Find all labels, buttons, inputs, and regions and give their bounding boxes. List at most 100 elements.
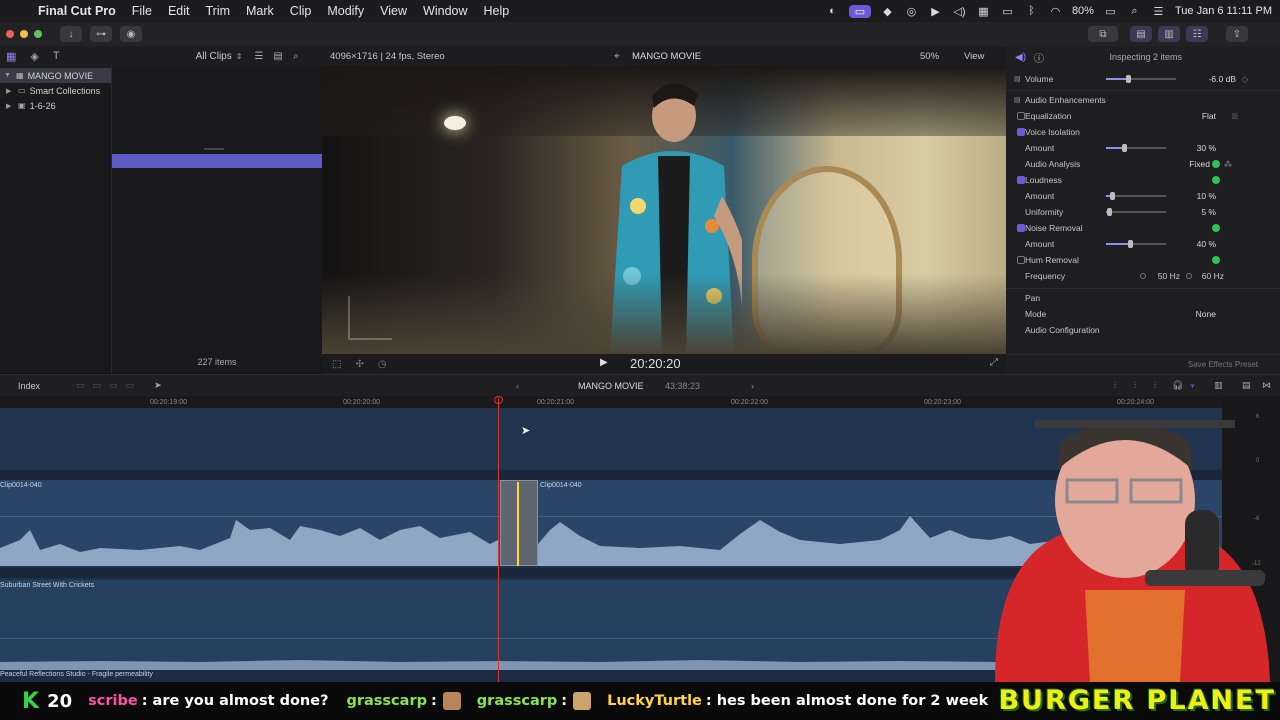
insert-clip-icon[interactable]: ▭ <box>93 380 102 391</box>
save-effects-preset-button[interactable]: Save Effects Preset <box>1188 360 1258 369</box>
menu-modify[interactable]: Modify <box>319 4 372 18</box>
volume-icon[interactable]: ◁) <box>952 5 967 18</box>
uniformity-slider[interactable] <box>1106 208 1166 216</box>
loudness-checkbox[interactable] <box>1017 176 1025 184</box>
search-icon[interactable]: ⌕ <box>293 51 299 62</box>
globe-icon[interactable]: ◎ <box>904 5 919 18</box>
equalization-checkbox[interactable] <box>1017 112 1025 120</box>
back-arrow-icon[interactable]: ‹ <box>516 381 519 391</box>
battery-icon[interactable]: ▭ <box>1103 5 1118 18</box>
menu-window[interactable]: Window <box>415 4 475 18</box>
voice-amount-slider[interactable] <box>1106 144 1166 152</box>
play-icon[interactable]: ▶ <box>928 5 943 18</box>
library-item-mango-movie[interactable]: ▼ ▦ MANGO MOVIE <box>0 68 111 83</box>
select-tool-icon[interactable]: ➤ <box>154 380 162 391</box>
noise-amount-value[interactable]: 40 % <box>1197 239 1216 249</box>
menu-view[interactable]: View <box>372 4 415 18</box>
titles-icon[interactable]: T <box>53 50 60 62</box>
wifi-icon[interactable]: ◠ <box>1048 5 1063 18</box>
timeline-project-name[interactable]: MANGO MOVIE <box>578 381 644 391</box>
video-viewer[interactable] <box>322 66 1006 354</box>
overwrite-clip-icon[interactable]: ▭ <box>126 380 135 391</box>
magic-wand-icon[interactable]: ⁂ <box>1224 160 1232 169</box>
menu-trim[interactable]: Trim <box>197 4 238 18</box>
import-icon[interactable]: ↓ <box>60 26 82 42</box>
control-center-icon[interactable]: ☰ <box>1151 5 1166 18</box>
index-button[interactable]: Index <box>18 381 40 391</box>
loudness-amount-value[interactable]: 10 % <box>1197 191 1216 201</box>
clip-browser[interactable]: 227 items <box>112 66 322 373</box>
zoom-window-button[interactable] <box>34 30 42 38</box>
append-clip-icon[interactable]: ▭ <box>109 380 118 391</box>
zoom-icon[interactable]: ⫶ <box>1134 380 1136 391</box>
layout-switch-icon[interactable]: ⧉ <box>1088 26 1118 42</box>
menu-mark[interactable]: Mark <box>238 4 282 18</box>
fullscreen-icon[interactable]: ⤢ <box>990 357 998 368</box>
audio-meters-icon[interactable]: ▥ <box>1214 380 1223 391</box>
bluetooth-icon[interactable]: ᛒ <box>1024 5 1039 18</box>
retime-icon[interactable]: ◷ <box>378 359 387 370</box>
edit-point-marker[interactable] <box>517 482 519 566</box>
loudness-amount-slider[interactable] <box>1106 192 1166 200</box>
volume-slider[interactable] <box>1106 75 1176 83</box>
noise-removal-checkbox[interactable] <box>1017 224 1025 232</box>
library-item-smart-collections[interactable]: ▶ ▭ Smart Collections <box>0 83 111 98</box>
noise-amount-slider[interactable] <box>1106 240 1166 248</box>
snapping-icon[interactable]: ⫟ <box>1190 380 1195 391</box>
view-menu[interactable]: View <box>964 51 984 62</box>
photos-icon[interactable]: ◈ <box>30 50 38 63</box>
headphones-icon[interactable]: 🎧︎ <box>1172 380 1183 391</box>
disclosure-open-icon[interactable]: ▼ <box>4 72 12 79</box>
show-browser-icon[interactable]: ▤ <box>1130 26 1152 42</box>
config-label[interactable]: Audio Configuration <box>1025 325 1100 335</box>
menu-edit[interactable]: Edit <box>160 4 198 18</box>
eq-graph-icon[interactable]: ▥ <box>1231 112 1238 120</box>
audio-inspector-icon[interactable]: ◀) <box>1015 52 1026 63</box>
play-button[interactable]: ▶ <box>600 357 608 368</box>
menu-app[interactable]: Final Cut Pro <box>30 4 124 18</box>
playhead[interactable] <box>498 398 499 682</box>
close-window-button[interactable] <box>6 30 14 38</box>
clock[interactable]: Tue Jan 6 11:11 PM <box>1175 5 1272 17</box>
enhance-icon[interactable]: ✣ <box>355 359 363 370</box>
voice-amount-value[interactable]: 30 % <box>1197 143 1216 153</box>
skimming-icon[interactable]: ⫶ <box>1154 380 1156 391</box>
timecode-display[interactable]: 20:20:20 <box>630 356 681 371</box>
disclosure-closed-icon[interactable]: ▶ <box>6 87 14 95</box>
keyframe-icon[interactable]: ◇ <box>1241 74 1248 85</box>
keyboard-icon[interactable]: ▦ <box>976 5 991 18</box>
equalization-menu[interactable]: Flat <box>1202 111 1216 121</box>
keyword-icon[interactable]: ⊶ <box>90 26 112 42</box>
voice-isolation-checkbox[interactable] <box>1017 128 1025 136</box>
show-inspector-icon[interactable]: ☷ <box>1186 26 1208 42</box>
timeline-ruler[interactable]: 00:20:19:00 00:20:20:00 00:20:21:00 00:2… <box>0 396 1222 408</box>
hum-removal-checkbox[interactable] <box>1017 256 1025 264</box>
dropbox-icon[interactable]: ◆ <box>880 5 895 18</box>
effects-browser-icon[interactable]: ▤ <box>1242 380 1251 391</box>
freq-50-radio[interactable] <box>1140 273 1146 279</box>
info-inspector-icon[interactable]: ⓘ <box>1034 50 1044 65</box>
zoom-menu[interactable]: 50% <box>920 51 939 62</box>
selected-clip-strip[interactable] <box>112 154 322 168</box>
transform-icon[interactable]: ⬚ <box>332 359 341 370</box>
menu-help[interactable]: Help <box>476 4 518 18</box>
minimize-window-button[interactable] <box>20 30 28 38</box>
libraries-icon[interactable]: ▦ <box>6 50 16 63</box>
clip-appearance-icon[interactable]: ⫶ <box>1114 380 1116 391</box>
disclosure-closed-icon[interactable]: ▶ <box>6 102 14 110</box>
library-item-event[interactable]: ▶ ▣ 1-6-26 <box>0 98 111 113</box>
search-icon[interactable]: ⌕ <box>1127 5 1142 18</box>
menu-file[interactable]: File <box>124 4 160 18</box>
list-view-icon[interactable]: ☰ <box>254 51 263 62</box>
connect-clip-icon[interactable]: ▭ <box>76 380 85 391</box>
menu-clip[interactable]: Clip <box>282 4 320 18</box>
volume-value[interactable]: -6.0 dB <box>1209 74 1236 84</box>
filmstrip-view-icon[interactable]: ▤ <box>273 51 282 62</box>
playhead-handle[interactable] <box>494 396 503 404</box>
forward-arrow-icon[interactable]: › <box>751 381 754 391</box>
clip-filter-menu[interactable]: All Clips <box>196 51 232 62</box>
background-tasks-icon[interactable]: ◉ <box>120 26 142 42</box>
mode-menu[interactable]: None <box>1196 309 1216 319</box>
selected-clip[interactable] <box>500 480 538 566</box>
show-timeline-icon[interactable]: ▥ <box>1158 26 1180 42</box>
